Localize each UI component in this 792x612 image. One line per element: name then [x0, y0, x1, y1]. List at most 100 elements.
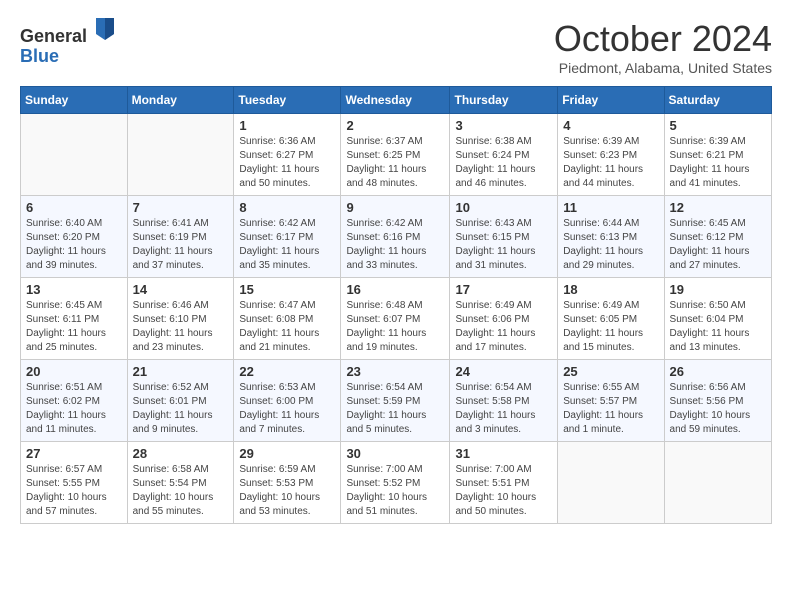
- day-number: 17: [455, 282, 552, 297]
- day-number: 3: [455, 118, 552, 133]
- table-cell: 3 Sunrise: 6:38 AM Sunset: 6:24 PM Daylig…: [450, 114, 558, 196]
- title-block: October 2024 Piedmont, Alabama, United S…: [554, 18, 772, 76]
- day-info: Sunrise: 6:58 AM Sunset: 5:54 PM Dayligh…: [133, 463, 229, 519]
- day-info: Sunrise: 6:49 AM Sunset: 6:05 PM Dayligh…: [563, 299, 658, 355]
- day-info: Sunrise: 6:39 AM Sunset: 6:21 PM Dayligh…: [670, 135, 766, 191]
- day-number: 27: [26, 446, 122, 461]
- day-info: Sunrise: 6:54 AM Sunset: 5:58 PM Dayligh…: [455, 381, 552, 437]
- table-cell: [21, 114, 128, 196]
- table-cell: 30 Sunrise: 7:00 AM Sunset: 5:52 PM Dayli…: [341, 442, 450, 524]
- day-info: Sunrise: 6:48 AM Sunset: 6:07 PM Dayligh…: [346, 299, 444, 355]
- day-number: 7: [133, 200, 229, 215]
- day-info: Sunrise: 6:41 AM Sunset: 6:19 PM Dayligh…: [133, 217, 229, 273]
- day-number: 8: [239, 200, 335, 215]
- day-info: Sunrise: 6:43 AM Sunset: 6:15 PM Dayligh…: [455, 217, 552, 273]
- day-info: Sunrise: 6:45 AM Sunset: 6:11 PM Dayligh…: [26, 299, 122, 355]
- table-cell: 11Sunrise: 6:44 AM Sunset: 6:13 PM Dayli…: [558, 196, 664, 278]
- day-number: 5: [670, 118, 766, 133]
- day-number: 26: [670, 364, 766, 379]
- table-cell: [558, 442, 664, 524]
- day-info: Sunrise: 6:56 AM Sunset: 5:56 PM Dayligh…: [670, 381, 766, 437]
- day-info: Sunrise: 6:44 AM Sunset: 6:13 PM Dayligh…: [563, 217, 658, 273]
- day-number: 22: [239, 364, 335, 379]
- logo-blue: Blue: [20, 46, 59, 66]
- table-cell: 31Sunrise: 7:00 AM Sunset: 5:51 PM Dayli…: [450, 442, 558, 524]
- day-info: Sunrise: 6:55 AM Sunset: 5:57 PM Dayligh…: [563, 381, 658, 437]
- col-saturday: Saturday: [664, 87, 771, 114]
- table-cell: 29 Sunrise: 6:59 AM Sunset: 5:53 PM Dayli…: [234, 442, 341, 524]
- day-number: 20: [26, 364, 122, 379]
- table-cell: 10Sunrise: 6:43 AM Sunset: 6:15 PM Dayli…: [450, 196, 558, 278]
- day-info: Sunrise: 6:46 AM Sunset: 6:10 PM Dayligh…: [133, 299, 229, 355]
- table-cell: 22Sunrise: 6:53 AM Sunset: 6:00 PM Dayli…: [234, 360, 341, 442]
- col-tuesday: Tuesday: [234, 87, 341, 114]
- header: General Blue October 2024 Piedmont, Alab…: [20, 18, 772, 76]
- logo-icon: [94, 14, 116, 42]
- day-info: Sunrise: 6:51 AM Sunset: 6:02 PM Dayligh…: [26, 381, 122, 437]
- day-number: 15: [239, 282, 335, 297]
- table-cell: 21 Sunrise: 6:52 AM Sunset: 6:01 PM Dayli…: [127, 360, 234, 442]
- day-number: 14: [133, 282, 229, 297]
- calendar-title: October 2024: [554, 18, 772, 60]
- day-number: 16: [346, 282, 444, 297]
- table-cell: 27 Sunrise: 6:57 AM Sunset: 5:55 PM Dayli…: [21, 442, 128, 524]
- day-number: 9: [346, 200, 444, 215]
- day-info: Sunrise: 6:49 AM Sunset: 6:06 PM Dayligh…: [455, 299, 552, 355]
- day-info: Sunrise: 6:36 AM Sunset: 6:27 PM Dayligh…: [239, 135, 335, 191]
- day-number: 6: [26, 200, 122, 215]
- table-cell: [127, 114, 234, 196]
- day-info: Sunrise: 6:42 AM Sunset: 6:17 PM Dayligh…: [239, 217, 335, 273]
- table-cell: 18 Sunrise: 6:49 AM Sunset: 6:05 PM Dayli…: [558, 278, 664, 360]
- day-info: Sunrise: 6:54 AM Sunset: 5:59 PM Dayligh…: [346, 381, 444, 437]
- day-number: 1: [239, 118, 335, 133]
- table-cell: 19 Sunrise: 6:50 AM Sunset: 6:04 PM Dayli…: [664, 278, 771, 360]
- table-cell: 17 Sunrise: 6:49 AM Sunset: 6:06 PM Dayli…: [450, 278, 558, 360]
- calendar-table: Sunday Monday Tuesday Wednesday Thursday…: [20, 86, 772, 524]
- page: General Blue October 2024 Piedmont, Alab…: [0, 0, 792, 542]
- table-cell: 23Sunrise: 6:54 AM Sunset: 5:59 PM Dayli…: [341, 360, 450, 442]
- day-number: 18: [563, 282, 658, 297]
- table-cell: 1 Sunrise: 6:36 AM Sunset: 6:27 PM Daylig…: [234, 114, 341, 196]
- logo-general: General: [20, 26, 87, 46]
- day-number: 19: [670, 282, 766, 297]
- table-cell: [664, 442, 771, 524]
- day-number: 30: [346, 446, 444, 461]
- col-thursday: Thursday: [450, 87, 558, 114]
- table-cell: 26 Sunrise: 6:56 AM Sunset: 5:56 PM Dayli…: [664, 360, 771, 442]
- day-info: Sunrise: 6:50 AM Sunset: 6:04 PM Dayligh…: [670, 299, 766, 355]
- day-info: Sunrise: 6:39 AM Sunset: 6:23 PM Dayligh…: [563, 135, 658, 191]
- table-cell: 14 Sunrise: 6:46 AM Sunset: 6:10 PM Dayli…: [127, 278, 234, 360]
- col-friday: Friday: [558, 87, 664, 114]
- day-number: 28: [133, 446, 229, 461]
- table-row: 13Sunrise: 6:45 AM Sunset: 6:11 PM Dayli…: [21, 278, 772, 360]
- day-number: 4: [563, 118, 658, 133]
- table-cell: 4 Sunrise: 6:39 AM Sunset: 6:23 PM Daylig…: [558, 114, 664, 196]
- col-wednesday: Wednesday: [341, 87, 450, 114]
- day-info: Sunrise: 6:52 AM Sunset: 6:01 PM Dayligh…: [133, 381, 229, 437]
- table-cell: 24Sunrise: 6:54 AM Sunset: 5:58 PM Dayli…: [450, 360, 558, 442]
- day-info: Sunrise: 6:38 AM Sunset: 6:24 PM Dayligh…: [455, 135, 552, 191]
- day-info: Sunrise: 6:59 AM Sunset: 5:53 PM Dayligh…: [239, 463, 335, 519]
- day-number: 12: [670, 200, 766, 215]
- table-cell: 25 Sunrise: 6:55 AM Sunset: 5:57 PM Dayli…: [558, 360, 664, 442]
- calendar-location: Piedmont, Alabama, United States: [554, 60, 772, 76]
- table-cell: 8 Sunrise: 6:42 AM Sunset: 6:17 PM Daylig…: [234, 196, 341, 278]
- table-cell: 5 Sunrise: 6:39 AM Sunset: 6:21 PM Daylig…: [664, 114, 771, 196]
- day-info: Sunrise: 6:40 AM Sunset: 6:20 PM Dayligh…: [26, 217, 122, 273]
- day-number: 2: [346, 118, 444, 133]
- table-row: 27 Sunrise: 6:57 AM Sunset: 5:55 PM Dayli…: [21, 442, 772, 524]
- table-cell: 20 Sunrise: 6:51 AM Sunset: 6:02 PM Dayli…: [21, 360, 128, 442]
- col-sunday: Sunday: [21, 87, 128, 114]
- day-number: 21: [133, 364, 229, 379]
- table-cell: 6 Sunrise: 6:40 AM Sunset: 6:20 PM Daylig…: [21, 196, 128, 278]
- day-info: Sunrise: 7:00 AM Sunset: 5:52 PM Dayligh…: [346, 463, 444, 519]
- day-number: 25: [563, 364, 658, 379]
- day-number: 31: [455, 446, 552, 461]
- table-row: 1 Sunrise: 6:36 AM Sunset: 6:27 PM Daylig…: [21, 114, 772, 196]
- day-info: Sunrise: 6:37 AM Sunset: 6:25 PM Dayligh…: [346, 135, 444, 191]
- day-info: Sunrise: 6:57 AM Sunset: 5:55 PM Dayligh…: [26, 463, 122, 519]
- logo: General Blue: [20, 18, 116, 67]
- day-number: 29: [239, 446, 335, 461]
- table-cell: 2 Sunrise: 6:37 AM Sunset: 6:25 PM Daylig…: [341, 114, 450, 196]
- col-monday: Monday: [127, 87, 234, 114]
